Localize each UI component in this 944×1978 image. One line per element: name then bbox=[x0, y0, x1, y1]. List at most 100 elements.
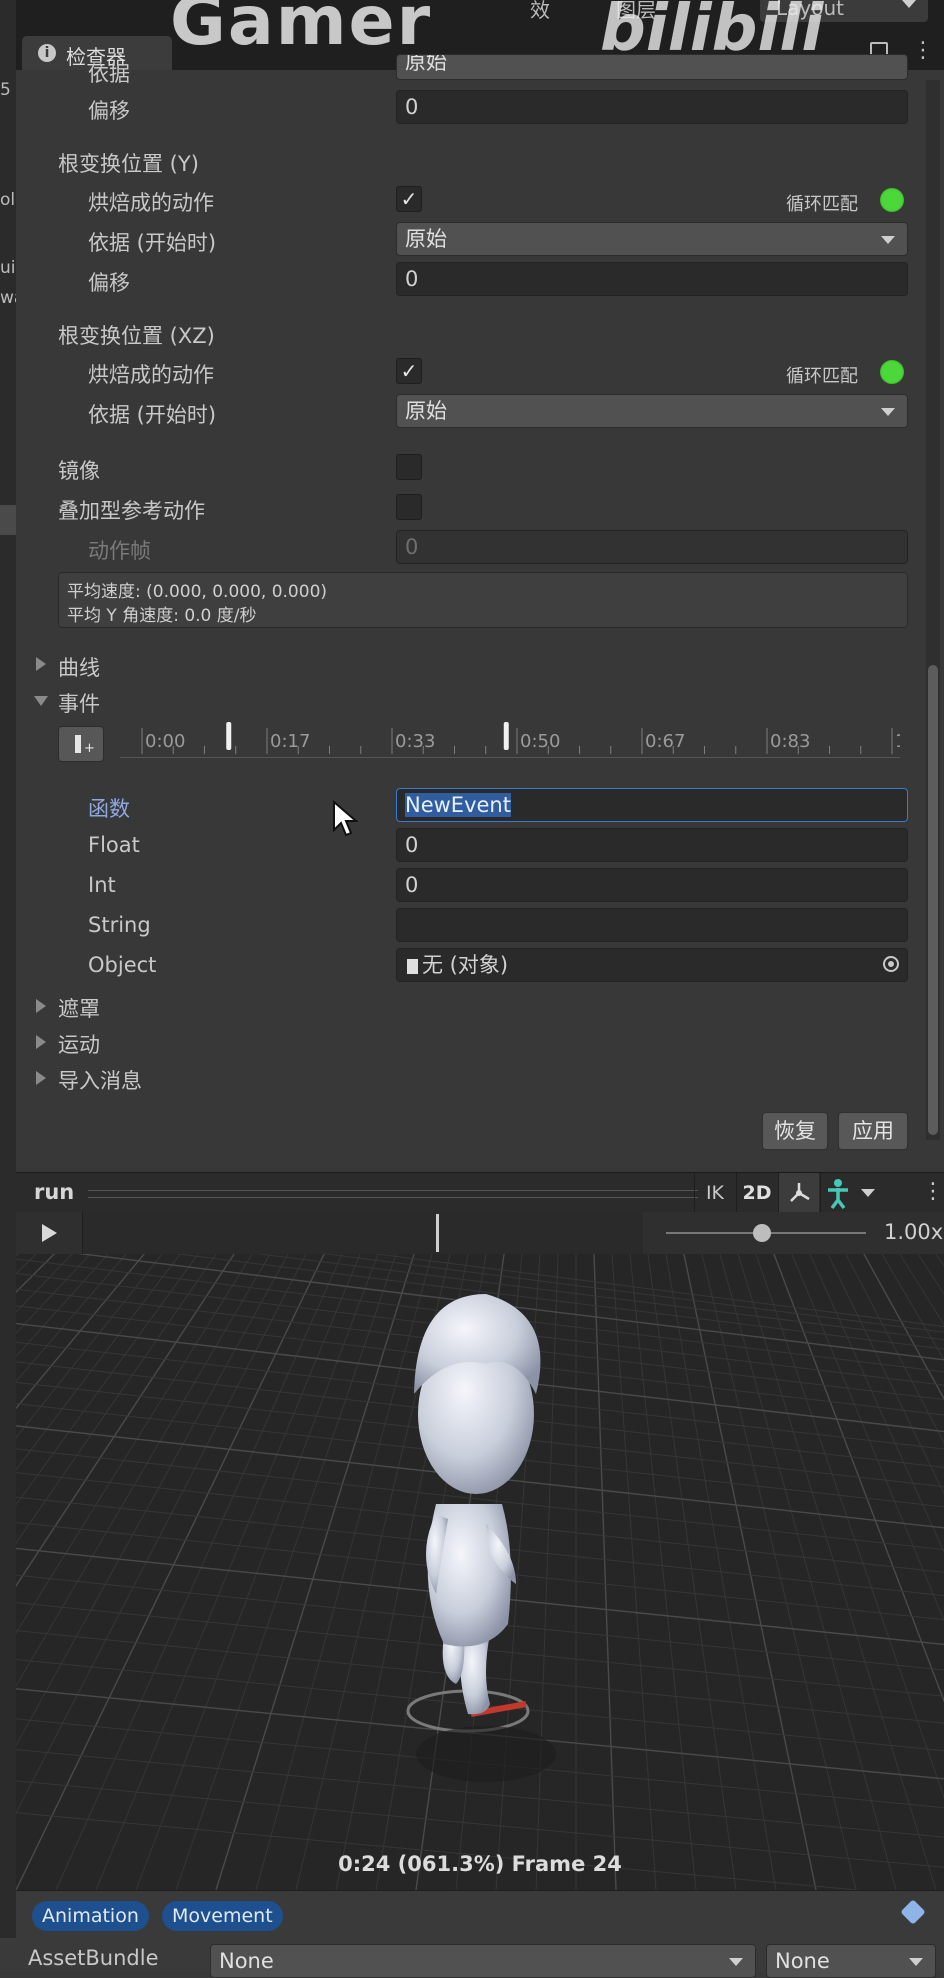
root-xz-based-on-value: 原始 bbox=[405, 399, 447, 423]
inspector-scrollbar[interactable] bbox=[926, 80, 940, 1140]
timeline-label: 0:00 bbox=[145, 731, 185, 752]
speed-slider-knob[interactable] bbox=[753, 1224, 771, 1242]
root-y-based-on-value: 原始 bbox=[405, 227, 447, 251]
assetbundle-variant-dropdown[interactable]: None bbox=[766, 1944, 936, 1978]
chevron-down-icon bbox=[881, 236, 895, 244]
function-value: NewEvent bbox=[405, 793, 511, 817]
object-picker-icon[interactable] bbox=[883, 956, 899, 972]
label-tag-animation[interactable]: Animation bbox=[32, 1901, 149, 1931]
event-marker[interactable] bbox=[226, 722, 232, 750]
root-xz-based-on-dropdown[interactable]: 原始 bbox=[396, 394, 908, 428]
root-xz-loop-match-label: 循环匹配 bbox=[786, 366, 858, 387]
asset-labels-bar: Animation Movement bbox=[16, 1890, 944, 1939]
events-foldout-icon[interactable] bbox=[34, 696, 48, 706]
play-icon bbox=[42, 1224, 57, 1242]
float-field[interactable]: 0 bbox=[396, 828, 908, 862]
string-field[interactable] bbox=[396, 908, 908, 942]
speed-value: 1.00x bbox=[884, 1220, 944, 1244]
tab-effects[interactable]: 效 bbox=[530, 0, 550, 23]
pivot-toggle[interactable] bbox=[778, 1173, 819, 1213]
based-on-label-partial: 依据 bbox=[88, 62, 130, 86]
2d-toggle[interactable]: 2D bbox=[736, 1173, 777, 1213]
left-strip: 5 ol ui wa bbox=[0, 0, 24, 1972]
chevron-down-icon bbox=[729, 1958, 743, 1966]
root-y-offset-field[interactable]: 0 bbox=[396, 262, 908, 296]
event-marker[interactable] bbox=[503, 722, 509, 750]
chevron-down-icon bbox=[902, 0, 916, 8]
root-y-based-on-label: 依据 (开始时) bbox=[88, 231, 217, 255]
preview-status: 0:24 (061.3%) Frame 24 bbox=[338, 1852, 622, 1876]
mouse-cursor-icon bbox=[332, 799, 359, 842]
assetbundle-bar: AssetBundle None None bbox=[0, 1938, 944, 1978]
mask-foldout-icon[interactable] bbox=[36, 999, 46, 1013]
root-y-loop-match-indicator bbox=[880, 188, 904, 212]
mirror-checkbox[interactable] bbox=[396, 454, 422, 480]
mask-foldout[interactable]: 遮罩 bbox=[58, 993, 100, 1023]
timeline-label: 0:67 bbox=[645, 731, 685, 752]
scrubber-playhead[interactable] bbox=[435, 1214, 439, 1252]
based-on-value: 原始 bbox=[405, 54, 447, 74]
object-field[interactable]: 无 (对象) bbox=[396, 948, 908, 982]
root-xz-based-on-label: 依据 (开始时) bbox=[88, 403, 217, 427]
add-event-button[interactable]: + bbox=[58, 726, 104, 762]
curves-foldout[interactable]: 曲线 bbox=[58, 652, 100, 682]
import-messages-foldout[interactable]: 导入消息 bbox=[58, 1065, 142, 1095]
int-label: Int bbox=[88, 873, 116, 897]
play-button[interactable] bbox=[16, 1212, 83, 1254]
preview-more-icon[interactable]: ⋮ bbox=[922, 1179, 944, 1204]
pose-frame-field: 0 bbox=[396, 530, 908, 564]
tag-icon[interactable] bbox=[900, 1899, 926, 1925]
function-field[interactable]: NewEvent bbox=[396, 788, 908, 822]
assetbundle-value: None bbox=[219, 1949, 274, 1973]
curves-foldout-icon[interactable] bbox=[36, 657, 46, 671]
additive-ref-pose-label: 叠加型参考动作 bbox=[58, 499, 205, 523]
root-xz-loop-match-indicator bbox=[880, 360, 904, 384]
chevron-down-icon bbox=[909, 1958, 923, 1966]
scrollbar-thumb[interactable] bbox=[928, 665, 938, 1135]
event-timeline[interactable]: 0:00 0:17 0:33 0:50 0:67 0:83 1:00 bbox=[120, 720, 900, 760]
offset-field[interactable]: 0 bbox=[396, 90, 908, 124]
assetbundle-label: AssetBundle bbox=[28, 1946, 159, 1970]
timeline-label: 0:33 bbox=[395, 731, 435, 752]
timeline-label: 0:83 bbox=[770, 731, 810, 752]
float-label: Float bbox=[88, 833, 140, 857]
root-xz-title: 根变换位置 (XZ) bbox=[58, 324, 215, 348]
based-on-dropdown-partial[interactable]: 原始 bbox=[396, 54, 908, 80]
import-messages-foldout-icon[interactable] bbox=[36, 1071, 46, 1085]
root-y-based-on-dropdown[interactable]: 原始 bbox=[396, 222, 908, 256]
root-y-offset-label: 偏移 bbox=[88, 271, 130, 295]
assetbundle-variant-value: None bbox=[775, 1949, 830, 1973]
assetbundle-dropdown[interactable]: None bbox=[210, 1944, 756, 1978]
int-field[interactable]: 0 bbox=[396, 868, 908, 902]
object-label: Object bbox=[88, 953, 157, 977]
character-model bbox=[406, 1294, 556, 1782]
preview-header-grip bbox=[88, 1190, 698, 1198]
ik-toggle[interactable]: IK bbox=[694, 1173, 735, 1213]
label-tag-movement[interactable]: Movement bbox=[162, 1901, 283, 1931]
chevron-down-icon bbox=[861, 1189, 875, 1197]
speed-slider[interactable] bbox=[652, 1212, 872, 1254]
additive-ref-pose-checkbox[interactable] bbox=[396, 494, 422, 520]
apply-button[interactable]: 应用 bbox=[838, 1112, 908, 1150]
more-options-icon[interactable]: ⋮ bbox=[912, 38, 934, 63]
timeline-ticks: 0:00 0:17 0:33 0:50 0:67 0:83 1:00 bbox=[141, 722, 900, 754]
float-value: 0 bbox=[405, 833, 419, 857]
motion-foldout[interactable]: 运动 bbox=[58, 1029, 100, 1059]
root-y-loop-match-label: 循环匹配 bbox=[786, 194, 858, 215]
pose-frame-label: 动作帧 bbox=[88, 539, 151, 563]
average-info-box: 平均速度: (0.000, 0.000, 0.000) 平均 Y 角速度: 0.… bbox=[58, 572, 908, 628]
function-label: 函数 bbox=[88, 797, 130, 821]
motion-foldout-icon[interactable] bbox=[36, 1035, 46, 1049]
preview-scrubber[interactable] bbox=[83, 1212, 643, 1254]
average-angular-speed-text: 平均 Y 角速度: 0.0 度/秒 bbox=[67, 606, 257, 626]
string-label: String bbox=[88, 913, 151, 937]
root-y-bake-checkbox[interactable]: ✓ bbox=[396, 186, 422, 212]
left-strip-item: ui bbox=[0, 258, 16, 278]
events-foldout[interactable]: 事件 bbox=[58, 688, 100, 718]
preview-transport: 1.00x bbox=[16, 1212, 944, 1255]
root-xz-bake-checkbox[interactable]: ✓ bbox=[396, 358, 422, 384]
avatar-dropdown[interactable] bbox=[820, 1173, 881, 1213]
mirror-label: 镜像 bbox=[58, 459, 100, 483]
preview-viewport[interactable]: 0:24 (061.3%) Frame 24 bbox=[16, 1254, 944, 1890]
revert-button[interactable]: 恢复 bbox=[762, 1112, 828, 1150]
